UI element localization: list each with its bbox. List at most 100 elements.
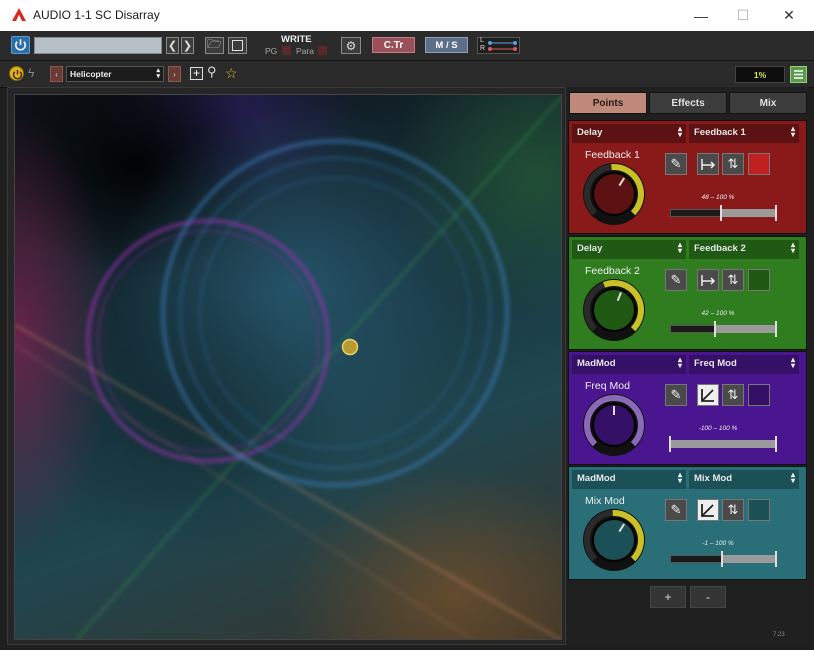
xy-cursor[interactable] — [341, 338, 359, 356]
mod-slot: Delay ▴ ▾ Feedback 2 ▴ ▾ Feedback 2 ✎ ⇅ 42 – 100 … — [568, 236, 807, 350]
xy-pad[interactable] — [14, 94, 562, 640]
range-handle-min[interactable] — [719, 205, 722, 221]
enable-toggle[interactable] — [748, 153, 770, 175]
ms-button[interactable]: M / S — [425, 37, 468, 53]
para-label: Para — [296, 46, 314, 56]
chevron-left-icon: ❮ — [167, 40, 178, 52]
enable-toggle[interactable] — [748, 269, 770, 291]
menu-button[interactable] — [790, 66, 807, 83]
pencil-icon: ✎ — [670, 156, 682, 171]
preset-dropdown[interactable]: Helicopter ▴ ▾ — [66, 66, 164, 82]
chevron-left-icon: ‹ — [55, 69, 58, 79]
dropdown-arrows-icon: ▴ ▾ — [790, 124, 795, 139]
curve-mode-button[interactable] — [697, 384, 719, 406]
lightning-icon[interactable]: ϟ — [28, 66, 42, 82]
gear-icon: ⚙ — [345, 38, 357, 53]
power-button[interactable] — [11, 36, 30, 54]
effect-ring — [161, 139, 509, 487]
range-handle-max[interactable] — [775, 205, 777, 221]
effect-ring — [198, 176, 472, 450]
para-toggle[interactable] — [318, 46, 327, 55]
plugin-toolbar: ϟ ‹ Helicopter ▴ ▾ › + ⚲ ☆ 1% — [0, 61, 814, 88]
pg-label: PG — [265, 46, 278, 56]
chevron-right-icon: ❯ — [182, 40, 193, 52]
tab-effects[interactable]: Effects — [649, 92, 727, 114]
close-button[interactable]: ✕ — [766, 0, 812, 31]
version-label: 7.23 — [773, 632, 785, 638]
power-icon — [15, 39, 26, 51]
range-handle-min[interactable] — [720, 551, 723, 567]
knob-label: Feedback 2 — [585, 265, 640, 277]
curve-mode-button[interactable] — [697, 153, 719, 175]
target-dropdown[interactable]: Feedback 1 ▴ ▾ — [689, 124, 799, 143]
knob-label: Feedback 1 — [585, 149, 640, 161]
dropdown-arrows-icon: ▴ ▾ — [790, 240, 795, 255]
pencil-icon: ✎ — [670, 502, 682, 517]
tab-mix[interactable]: Mix — [729, 92, 807, 114]
enable-toggle[interactable] — [748, 384, 770, 406]
range-handle-max[interactable] — [775, 321, 777, 337]
settings-button[interactable]: ⚙ — [341, 37, 361, 54]
mod-slot: MadMod ▴ ▾ Mix Mod ▴ ▾ Mix Mod ✎ ⇅ -1 – 100 % — [568, 466, 807, 580]
open-button[interactable]: 🗁 — [205, 37, 224, 54]
next-preset-button[interactable]: › — [168, 66, 181, 82]
source-dropdown[interactable]: MadMod ▴ ▾ — [572, 355, 686, 374]
range-handle-max[interactable] — [775, 436, 777, 452]
edit-button[interactable]: ✎ — [665, 269, 687, 291]
bypass-button[interactable] — [9, 66, 24, 81]
pg-toggle[interactable] — [282, 46, 291, 55]
ctr-button[interactable]: C.Tr — [372, 37, 415, 53]
curve-mode-button[interactable] — [697, 269, 719, 291]
pencil-icon: ✎ — [670, 272, 682, 287]
up-down-arrows-icon: ⇅ — [727, 387, 739, 402]
range-label: 42 – 100 % — [701, 310, 735, 317]
target-label: Mix Mod — [694, 473, 732, 484]
star-icon[interactable]: ☆ — [225, 65, 238, 82]
target-dropdown[interactable]: Freq Mod ▴ ▾ — [689, 355, 799, 374]
dropdown-arrows-icon: ▴ ▾ — [156, 67, 160, 80]
lr-routing[interactable]: L R — [477, 37, 520, 54]
add-preset-icon[interactable]: + — [190, 67, 203, 80]
dropdown-arrows-icon: ▴ ▾ — [677, 124, 682, 139]
remove-slot-button[interactable]: - — [690, 586, 726, 608]
range-slider-fill — [670, 440, 776, 448]
edit-button[interactable]: ✎ — [665, 499, 687, 521]
xy-pad-graphics — [15, 95, 561, 639]
range-slider-fill — [720, 209, 776, 217]
source-label: MadMod — [577, 358, 616, 369]
invert-button[interactable]: ⇅ — [722, 269, 744, 291]
range-handle-min[interactable] — [713, 321, 716, 337]
invert-button[interactable]: ⇅ — [722, 499, 744, 521]
next-preset-button[interactable]: ❯ — [181, 37, 194, 54]
minimize-button[interactable]: — — [678, 0, 724, 31]
floppy-icon — [232, 40, 243, 51]
prev-preset-button[interactable]: ‹ — [50, 66, 63, 82]
enable-toggle[interactable] — [748, 499, 770, 521]
up-down-arrows-icon: ⇅ — [727, 502, 739, 517]
edit-button[interactable]: ✎ — [665, 153, 687, 175]
maximize-button[interactable]: ☐ — [720, 0, 766, 31]
range-slider-fill — [721, 555, 776, 563]
source-dropdown[interactable]: Delay ▴ ▾ — [572, 240, 686, 259]
curve-mode-button[interactable] — [697, 499, 719, 521]
invert-button[interactable]: ⇅ — [722, 153, 744, 175]
preset-field[interactable] — [34, 37, 162, 54]
prev-preset-button[interactable]: ❮ — [166, 37, 179, 54]
source-dropdown[interactable]: MadMod ▴ ▾ — [572, 470, 686, 489]
range-handle-max[interactable] — [775, 551, 777, 567]
up-down-arrows-icon: ⇅ — [727, 272, 739, 287]
invert-button[interactable]: ⇅ — [722, 384, 744, 406]
dropdown-arrows-icon: ▴ ▾ — [790, 355, 795, 370]
save-button[interactable] — [228, 37, 247, 54]
range-handle-min[interactable] — [669, 436, 671, 452]
source-dropdown[interactable]: Delay ▴ ▾ — [572, 124, 686, 143]
tab-points[interactable]: Points — [569, 92, 647, 114]
diagonal-line — [15, 344, 474, 639]
target-dropdown[interactable]: Feedback 2 ▴ ▾ — [689, 240, 799, 259]
search-icon[interactable]: ⚲ — [207, 64, 217, 80]
target-dropdown[interactable]: Mix Mod ▴ ▾ — [689, 470, 799, 489]
edit-button[interactable]: ✎ — [665, 384, 687, 406]
folder-icon: 🗁 — [207, 37, 222, 51]
app-logo-icon — [12, 8, 26, 21]
add-slot-button[interactable]: + — [650, 586, 686, 608]
